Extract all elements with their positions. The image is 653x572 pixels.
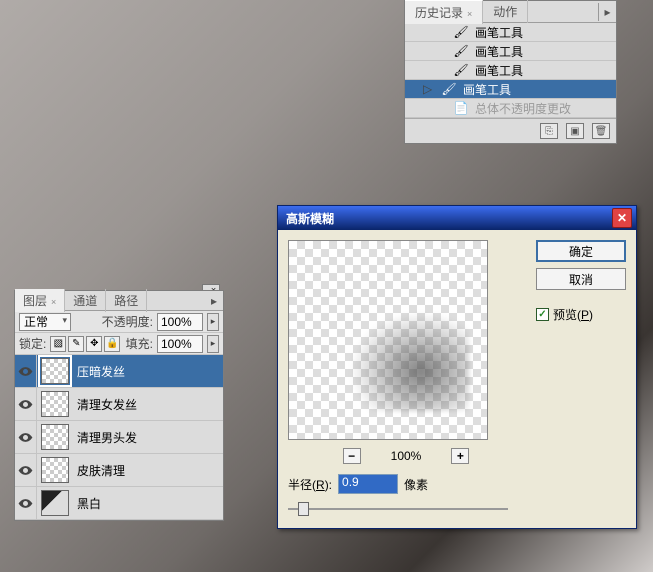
visibility-toggle-icon[interactable] (15, 487, 37, 519)
zoom-in-button[interactable]: + (451, 448, 469, 464)
layer-row[interactable]: 清理男头发 (15, 421, 223, 454)
history-item-label: 画笔工具 (475, 43, 523, 60)
history-item[interactable]: ▷ 🖌 画笔工具 (405, 42, 616, 61)
layer-row[interactable]: 皮肤清理 (15, 454, 223, 487)
layers-blend-row: 正常 不透明度: 100% ▸ (15, 311, 223, 333)
history-item[interactable]: ▷ 🖌 画笔工具 (405, 23, 616, 42)
history-item[interactable]: ▷ 📄 总体不透明度更改 (405, 99, 616, 118)
tab-actions[interactable]: 动作 (483, 0, 528, 23)
zoom-value: 100% (391, 449, 422, 463)
layer-name: 压暗发丝 (73, 363, 223, 380)
history-snapshot-icon[interactable]: ⎘ (540, 123, 558, 139)
layers-panel: 图层 通道 路径 ▸ 正常 不透明度: 100% ▸ 锁定: ▧ ✎ ✥ 🔒 填… (14, 290, 224, 521)
radius-input[interactable]: 0.9 (338, 474, 398, 494)
layer-row[interactable]: 清理女发丝 (15, 388, 223, 421)
dialog-body: − 100% + 半径(R): 0.9 像素 确定 取消 ✓ 预览(P) (278, 230, 636, 528)
fill-label: 填充: (126, 335, 153, 352)
layer-thumbnail[interactable] (41, 424, 69, 450)
gaussian-blur-dialog: 高斯模糊 ✕ − 100% + 半径(R): 0.9 像素 确定 (277, 205, 637, 529)
lock-pixels-icon[interactable]: ✎ (68, 336, 84, 352)
history-list: ▷ 🖌 画笔工具 ▷ 🖌 画笔工具 ▷ 🖌 画笔工具 ▷ 🖌 画笔工具 ▷ 📄 … (405, 23, 616, 118)
layer-name: 黑白 (73, 495, 223, 512)
layer-thumbnail[interactable] (41, 457, 69, 483)
tab-history[interactable]: 历史记录 (405, 0, 483, 24)
visibility-toggle-icon[interactable] (15, 421, 37, 453)
tab-paths[interactable]: 路径 (106, 289, 147, 312)
dialog-titlebar[interactable]: 高斯模糊 ✕ (278, 206, 636, 230)
radius-row: 半径(R): 0.9 像素 (288, 474, 524, 494)
history-panel: 历史记录 动作 ▸ ▷ 🖌 画笔工具 ▷ 🖌 画笔工具 ▷ 🖌 画笔工具 ▷ 🖌… (404, 0, 617, 144)
ok-button[interactable]: 确定 (536, 240, 626, 262)
cancel-button[interactable]: 取消 (536, 268, 626, 290)
brush-icon: 🖌 (453, 24, 469, 40)
tab-channels[interactable]: 通道 (65, 289, 106, 312)
history-flyout-icon[interactable]: ▸ (598, 3, 616, 21)
lock-label: 锁定: (19, 335, 46, 352)
slider-track (288, 508, 508, 510)
checkbox-icon[interactable]: ✓ (536, 308, 549, 321)
layers-tabs: 图层 通道 路径 ▸ (15, 291, 223, 311)
fill-input[interactable]: 100% (157, 335, 203, 353)
history-item-label: 画笔工具 (475, 24, 523, 41)
visibility-toggle-icon[interactable] (15, 355, 37, 387)
zoom-controls: − 100% + (288, 448, 524, 464)
layer-thumbnail[interactable] (41, 358, 69, 384)
document-icon: 📄 (453, 100, 469, 116)
dialog-title: 高斯模糊 (282, 210, 612, 227)
layer-name: 清理女发丝 (73, 396, 223, 413)
lock-position-icon[interactable]: ✥ (86, 336, 102, 352)
layers-lock-row: 锁定: ▧ ✎ ✥ 🔒 填充: 100% ▸ (15, 333, 223, 355)
lock-all-icon[interactable]: 🔒 (104, 336, 120, 352)
layer-thumbnail[interactable] (41, 490, 69, 516)
tab-layers[interactable]: 图层 (15, 289, 65, 312)
layers-flyout-icon[interactable]: ▸ (205, 292, 223, 310)
history-item[interactable]: ▷ 🖌 画笔工具 (405, 61, 616, 80)
history-item-label: 画笔工具 (475, 62, 523, 79)
dialog-buttons: 确定 取消 ✓ 预览(P) (536, 240, 626, 518)
close-icon[interactable]: ✕ (612, 208, 632, 228)
history-delete-icon[interactable]: 🗑 (592, 123, 610, 139)
lock-buttons: ▧ ✎ ✥ 🔒 (50, 336, 120, 352)
preview-checkbox-row[interactable]: ✓ 预览(P) (536, 306, 626, 323)
visibility-toggle-icon[interactable] (15, 388, 37, 420)
history-pointer-icon: ▷ (423, 82, 435, 96)
preview-checkbox-label: 预览(P) (553, 306, 593, 323)
layer-row[interactable]: 黑白 (15, 487, 223, 520)
opacity-label: 不透明度: (102, 313, 153, 330)
brush-icon: 🖌 (441, 81, 457, 97)
layer-thumbnail[interactable] (41, 391, 69, 417)
slider-thumb[interactable] (298, 502, 309, 516)
layer-row[interactable]: 压暗发丝 (15, 355, 223, 388)
layer-name: 清理男头发 (73, 429, 223, 446)
history-item[interactable]: ▷ 🖌 画笔工具 (405, 80, 616, 99)
opacity-flyout-icon[interactable]: ▸ (207, 313, 219, 331)
preview-area: − 100% + 半径(R): 0.9 像素 (288, 240, 524, 518)
history-new-icon[interactable]: ▣ (566, 123, 584, 139)
layers-list: 压暗发丝 清理女发丝 清理男头发 皮肤清理 黑白 (15, 355, 223, 520)
zoom-out-button[interactable]: − (343, 448, 361, 464)
history-item-label: 画笔工具 (463, 81, 511, 98)
history-tabs: 历史记录 动作 ▸ (405, 1, 616, 23)
layer-name: 皮肤清理 (73, 462, 223, 479)
opacity-input[interactable]: 100% (157, 313, 203, 331)
preview-content (349, 311, 469, 411)
radius-slider[interactable] (288, 500, 508, 518)
brush-icon: 🖌 (453, 62, 469, 78)
fill-flyout-icon[interactable]: ▸ (207, 335, 219, 353)
radius-unit: 像素 (404, 476, 428, 493)
visibility-toggle-icon[interactable] (15, 454, 37, 486)
history-footer: ⎘ ▣ 🗑 (405, 118, 616, 143)
history-item-label: 总体不透明度更改 (475, 100, 571, 117)
radius-label: 半径(R): (288, 476, 332, 493)
blend-mode-select[interactable]: 正常 (19, 313, 71, 331)
preview-image[interactable] (288, 240, 488, 440)
brush-icon: 🖌 (453, 43, 469, 59)
lock-transparency-icon[interactable]: ▧ (50, 336, 66, 352)
